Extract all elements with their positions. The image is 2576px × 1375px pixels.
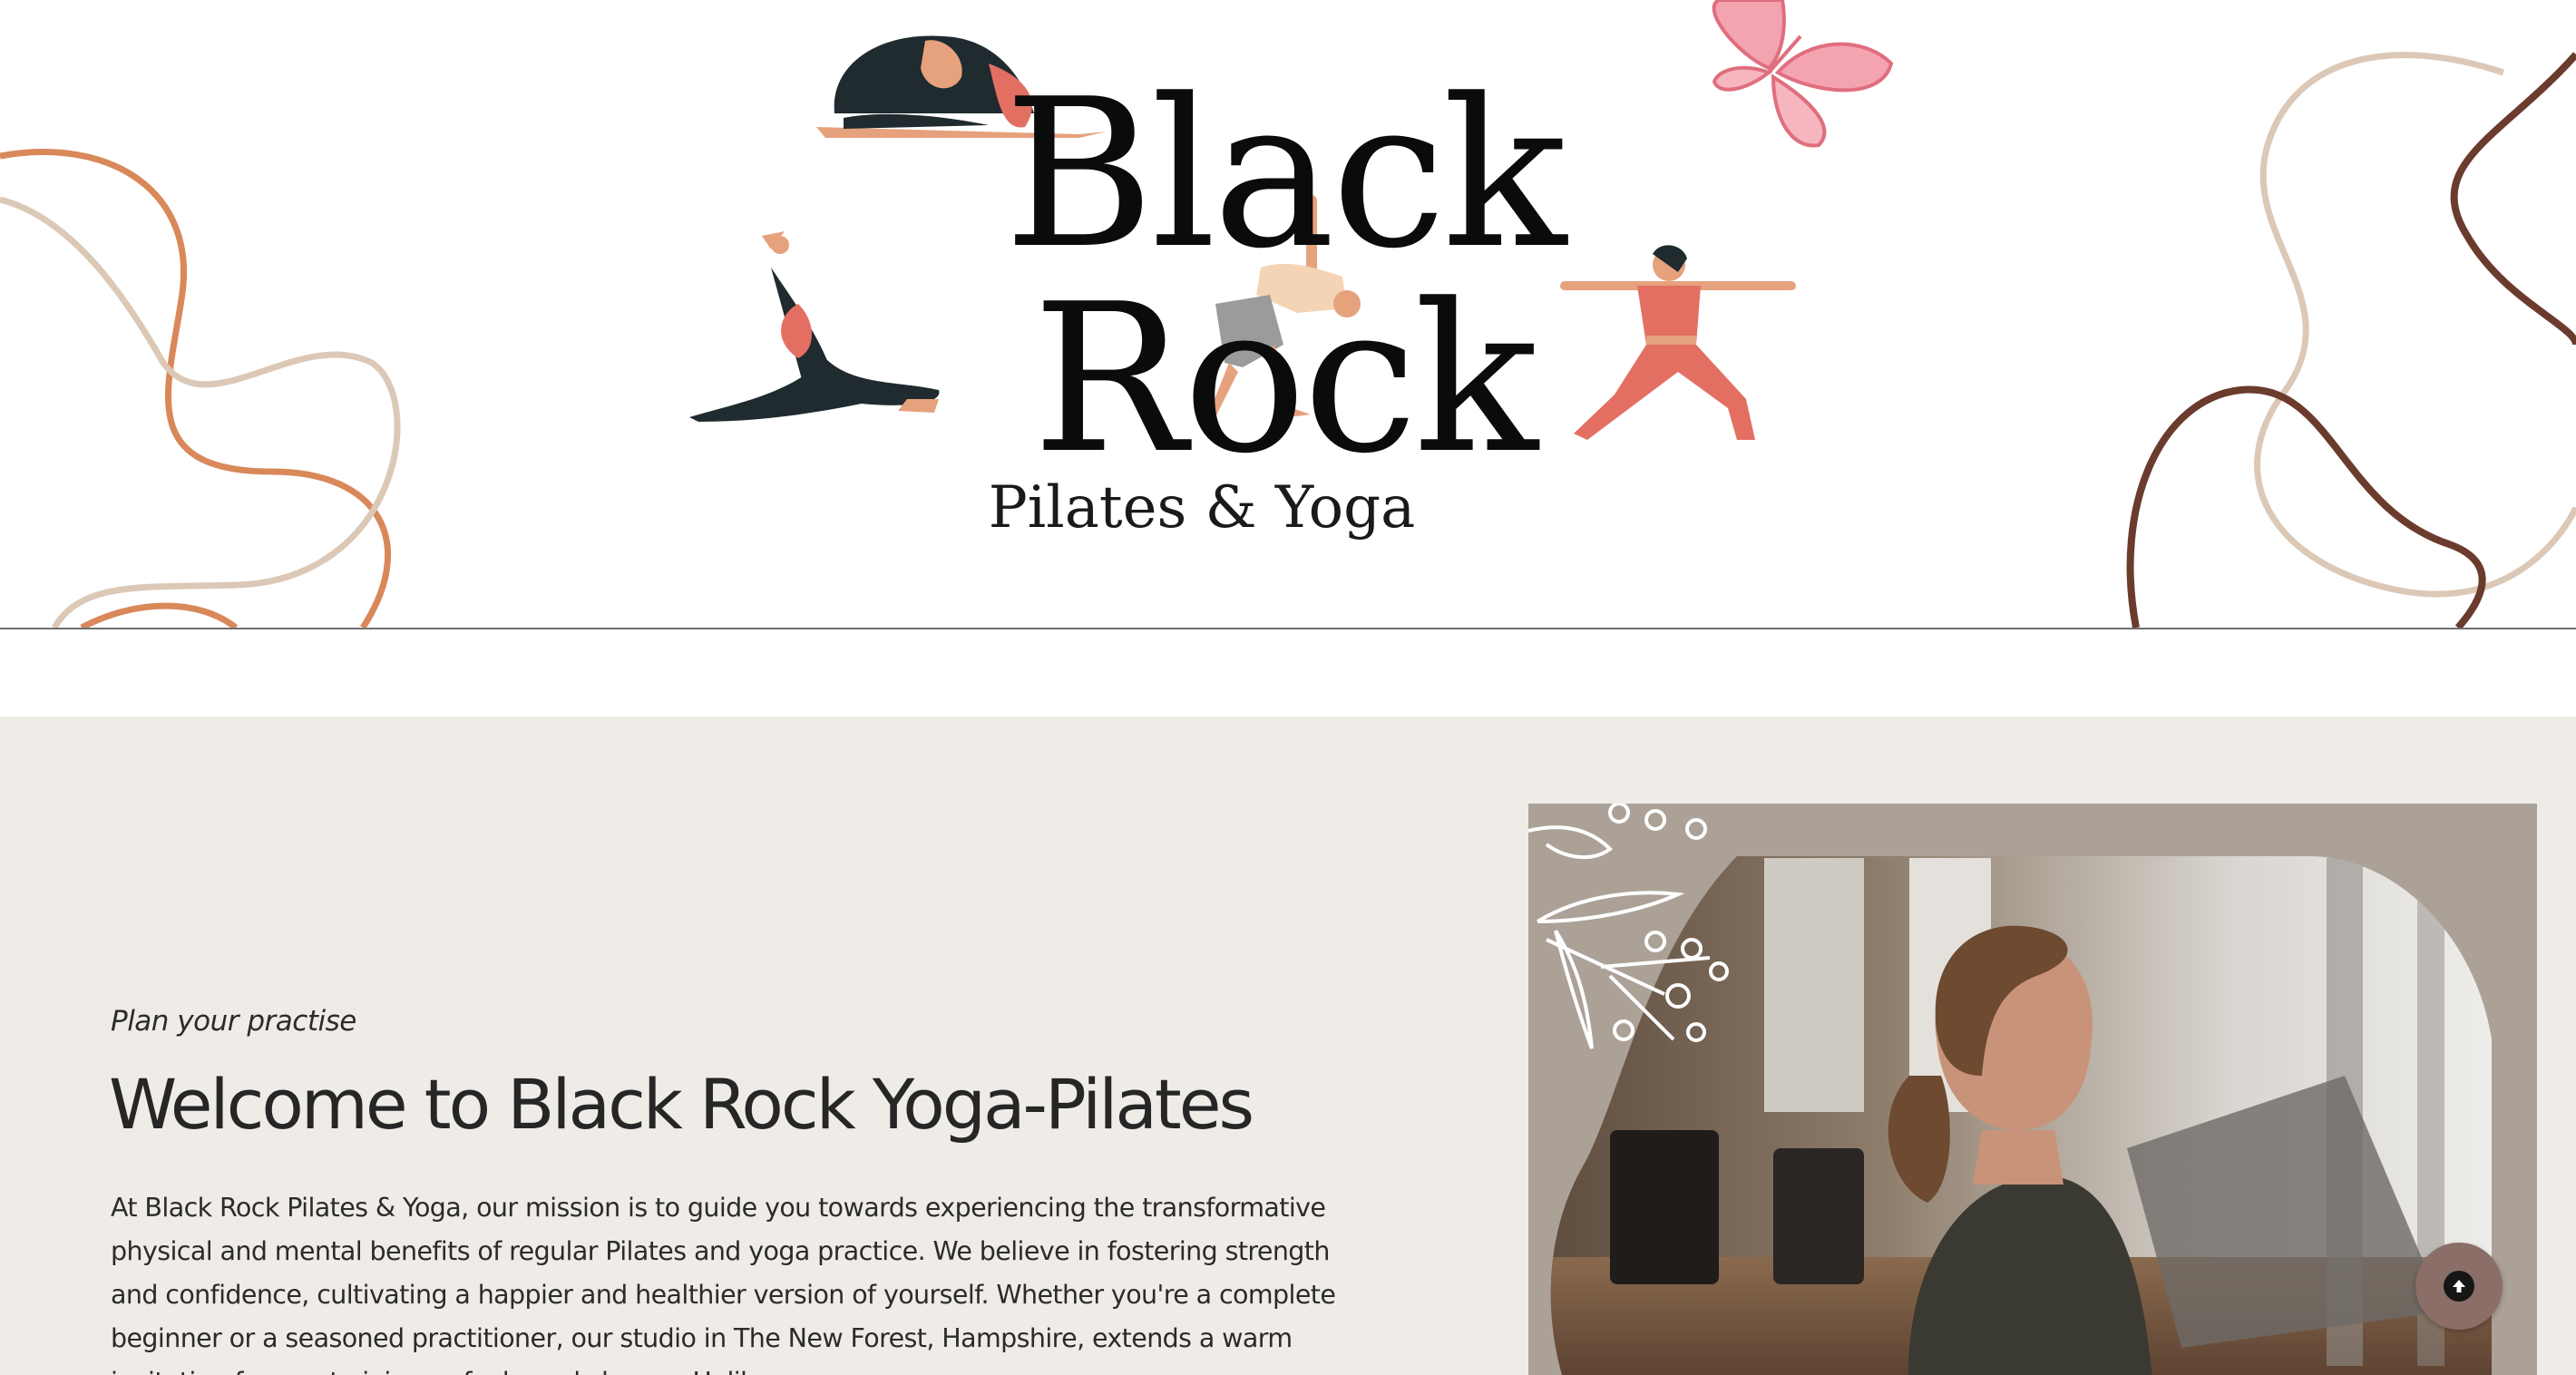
scroll-to-top-button[interactable] <box>2415 1243 2503 1330</box>
instructor-photo-image <box>1528 804 2492 1375</box>
logo-title[interactable]: Black Rock <box>821 73 1746 483</box>
welcome-section: Plan your practise Welcome to Black Rock… <box>0 717 2576 1375</box>
section-spacer <box>0 629 2576 717</box>
logo-subtitle: Pilates & Yoga <box>988 474 1416 541</box>
site-header: Black Rock Pilates & Yoga <box>0 0 2576 629</box>
section-eyebrow: Plan your practise <box>111 1005 356 1038</box>
instructor-photo <box>1528 804 2537 1375</box>
right-swirl-decoration <box>2126 52 2576 628</box>
arrow-up-icon <box>2444 1271 2474 1302</box>
welcome-paragraph: At Black Rock Pilates & Yoga, our missio… <box>111 1193 1336 1375</box>
welcome-heading: Welcome to Black Rock Yoga-Pilates <box>109 1064 1254 1145</box>
left-swirl-decoration <box>0 149 401 628</box>
